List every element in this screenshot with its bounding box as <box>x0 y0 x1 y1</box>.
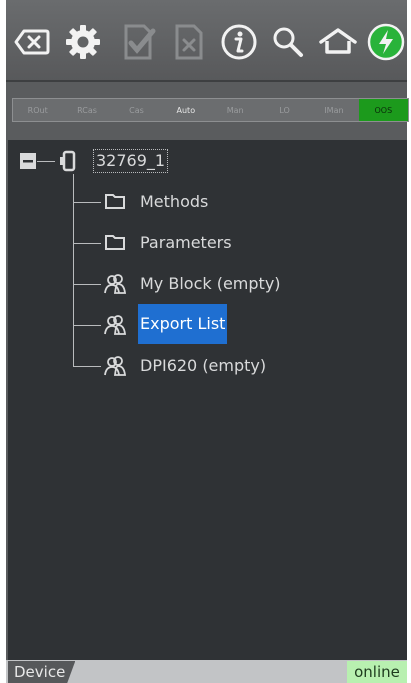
tree-connector <box>73 202 101 203</box>
gear-icon[interactable] <box>63 21 103 63</box>
tab-device[interactable]: Device <box>8 661 76 683</box>
tree-connector <box>73 325 101 326</box>
tree-item-methods[interactable]: Methods <box>140 191 208 213</box>
tree-item-export-list[interactable]: Export List <box>138 304 228 344</box>
app-frame: ROut RCas Cas Auto Man LO IMan OOS 32769… <box>6 0 409 683</box>
status-bar: Device online <box>6 660 407 683</box>
home-icon[interactable] <box>318 21 358 63</box>
tree-item-parameters[interactable]: Parameters <box>140 232 232 254</box>
tree-connector <box>37 161 55 162</box>
mode-lo[interactable]: LO <box>260 99 309 121</box>
mode-auto[interactable]: Auto <box>161 99 210 121</box>
tree-connector <box>73 284 101 285</box>
tree-item-dpi620[interactable]: DPI620 (empty) <box>140 355 266 377</box>
power-icon[interactable] <box>366 21 406 63</box>
tree-connector <box>73 243 101 244</box>
mode-cas[interactable]: Cas <box>112 99 161 121</box>
mode-rout[interactable]: ROut <box>13 99 62 121</box>
check-document-icon[interactable] <box>118 21 158 63</box>
device-tree[interactable]: 32769_1 Methods Parameters My Block (emp… <box>8 140 407 660</box>
tree-connector <box>73 366 101 367</box>
cancel-document-icon[interactable] <box>169 21 209 63</box>
tree-item-my-block[interactable]: My Block (empty) <box>140 273 281 295</box>
toolbar-divider <box>6 80 407 82</box>
users-icon <box>103 314 127 340</box>
connection-status: online <box>347 661 407 683</box>
folder-icon <box>105 233 125 255</box>
mode-bar: ROut RCas Cas Auto Man LO IMan OOS <box>12 98 409 122</box>
info-icon[interactable] <box>219 21 259 63</box>
users-icon <box>103 273 127 299</box>
toolbar <box>6 0 407 80</box>
users-icon <box>103 355 127 381</box>
collapse-icon[interactable] <box>19 152 37 174</box>
folder-icon <box>105 192 125 214</box>
tree-root-label[interactable]: 32769_1 <box>93 149 169 173</box>
device-icon <box>58 149 80 177</box>
mode-rcas[interactable]: RCas <box>62 99 111 121</box>
mode-man[interactable]: Man <box>211 99 260 121</box>
mode-oos[interactable]: OOS <box>358 99 408 121</box>
search-icon[interactable] <box>268 21 308 63</box>
mode-iman[interactable]: IMan <box>309 99 358 121</box>
backspace-icon[interactable] <box>12 21 52 63</box>
